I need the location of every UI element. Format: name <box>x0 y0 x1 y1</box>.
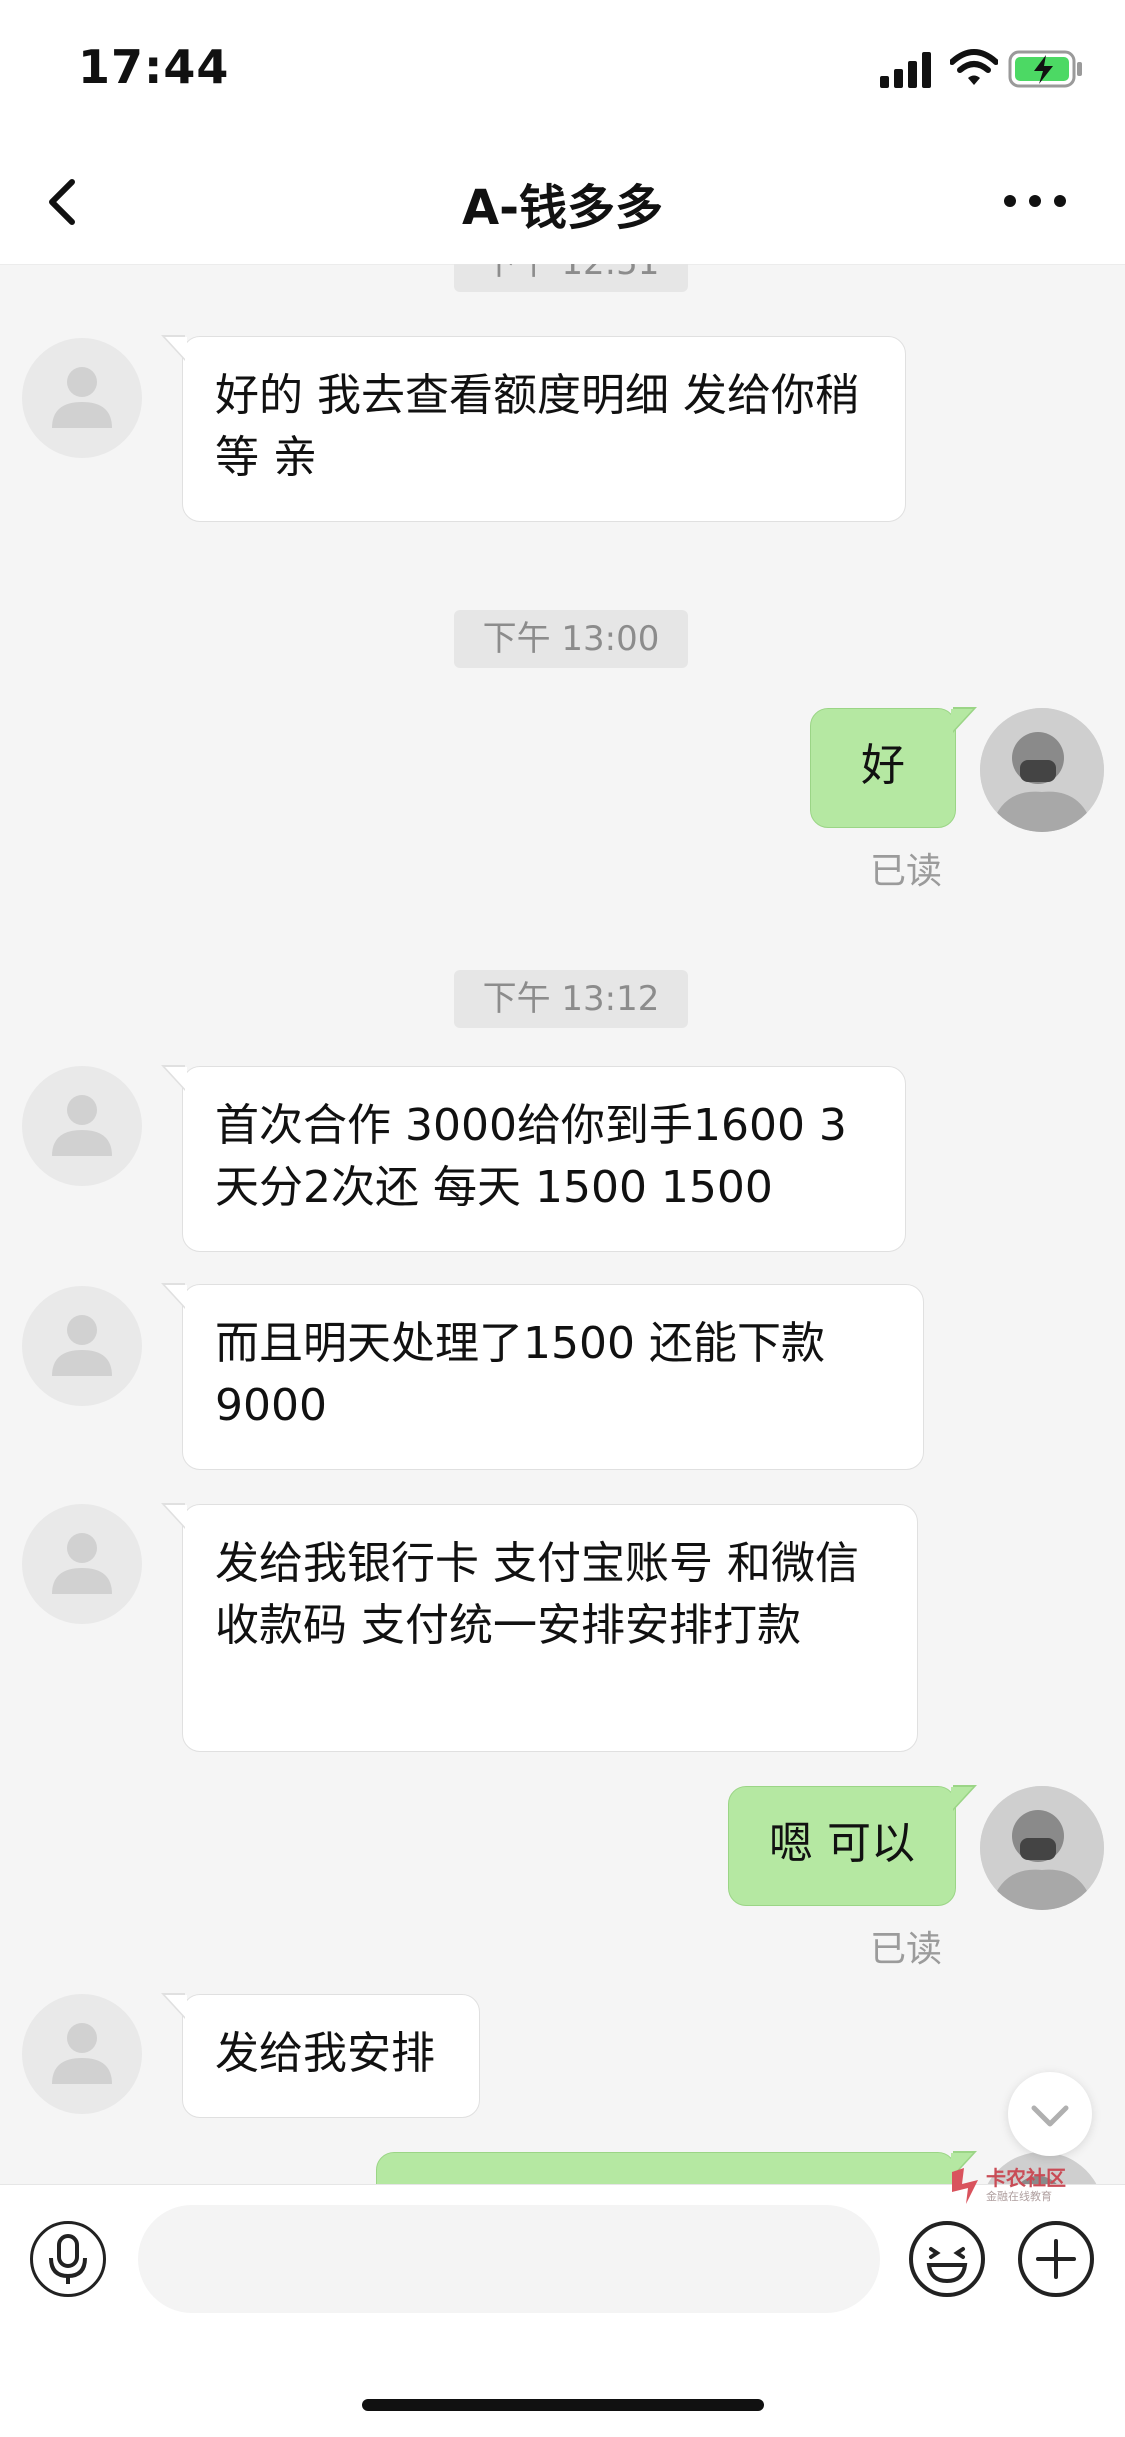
default-avatar-icon <box>52 2023 112 2084</box>
status-time: 17:44 <box>78 40 230 94</box>
default-avatar-icon <box>52 1533 112 1594</box>
timestamp-chip: 下午 13:00 <box>454 610 688 668</box>
contact-avatar[interactable] <box>22 1994 142 2114</box>
default-avatar-icon <box>52 367 112 428</box>
message-list[interactable]: 下午 12:51 好的 我去查看额度明细 发给你稍等 亲 下午 13:00 好 … <box>0 264 1125 2184</box>
my-avatar[interactable] <box>980 1786 1104 1910</box>
read-receipt: 已读 <box>870 1929 943 1970</box>
chevron-down-icon <box>1031 2105 1069 2127</box>
chat-title: A-钱多多 <box>461 180 664 236</box>
contact-avatar[interactable] <box>22 1066 142 1186</box>
site-watermark: 卡农社区 金融在线教育 <box>948 2162 1118 2212</box>
incoming-message[interactable]: 发给我银行卡 支付宝账号 和微信收款码 支付统一安排安排打款 <box>161 1503 918 1752</box>
outgoing-message[interactable]: 嗯 可以 <box>728 1785 977 1906</box>
default-avatar-icon <box>52 1095 112 1156</box>
incoming-message[interactable]: 发给我安排 <box>161 1993 480 2118</box>
chat-header: A-钱多多 <box>0 140 1125 265</box>
voice-input-button[interactable] <box>30 2221 106 2297</box>
scroll-to-bottom-button[interactable] <box>1008 2072 1092 2156</box>
message-input[interactable] <box>138 2205 880 2313</box>
timestamp-chip: 下午 12:51 <box>454 264 688 292</box>
my-avatar[interactable] <box>980 708 1104 832</box>
wifi-icon <box>950 49 998 85</box>
microphone-icon <box>49 2234 87 2284</box>
more-options-button[interactable] <box>1000 176 1070 226</box>
default-avatar-icon <box>52 1315 112 1376</box>
watermark-text: 卡农社区 <box>986 2166 1066 2190</box>
incoming-message[interactable]: 首次合作 3000给你到手1600 3天分2次还 每天 1500 1500 <box>161 1065 906 1252</box>
read-receipt: 已读 <box>870 851 943 892</box>
watermark-subtext: 金融在线教育 <box>986 2190 1052 2203</box>
add-attachment-button[interactable] <box>1016 2219 1096 2299</box>
contact-avatar[interactable] <box>22 338 142 458</box>
input-bar <box>0 2184 1125 2437</box>
incoming-message[interactable]: 而且明天处理了1500 还能下款9000 <box>161 1283 924 1470</box>
incoming-message[interactable]: 好的 我去查看额度明细 发给你稍等 亲 <box>161 335 906 522</box>
signal-icon <box>880 52 931 88</box>
contact-avatar[interactable] <box>22 1504 142 1624</box>
contact-avatar[interactable] <box>22 1286 142 1406</box>
status-bar: 17:44 <box>0 0 1125 140</box>
profile-photo-icon <box>980 708 1104 832</box>
outgoing-message[interactable] <box>376 2151 977 2184</box>
timestamp-chip: 下午 13:12 <box>454 970 688 1028</box>
kanong-logo-icon <box>952 2168 978 2204</box>
outgoing-message[interactable]: 好 <box>810 707 977 828</box>
home-indicator <box>362 2399 764 2411</box>
battery-charging-icon <box>1008 50 1082 88</box>
emoji-button[interactable] <box>907 2219 987 2299</box>
profile-photo-icon <box>980 1786 1104 1910</box>
